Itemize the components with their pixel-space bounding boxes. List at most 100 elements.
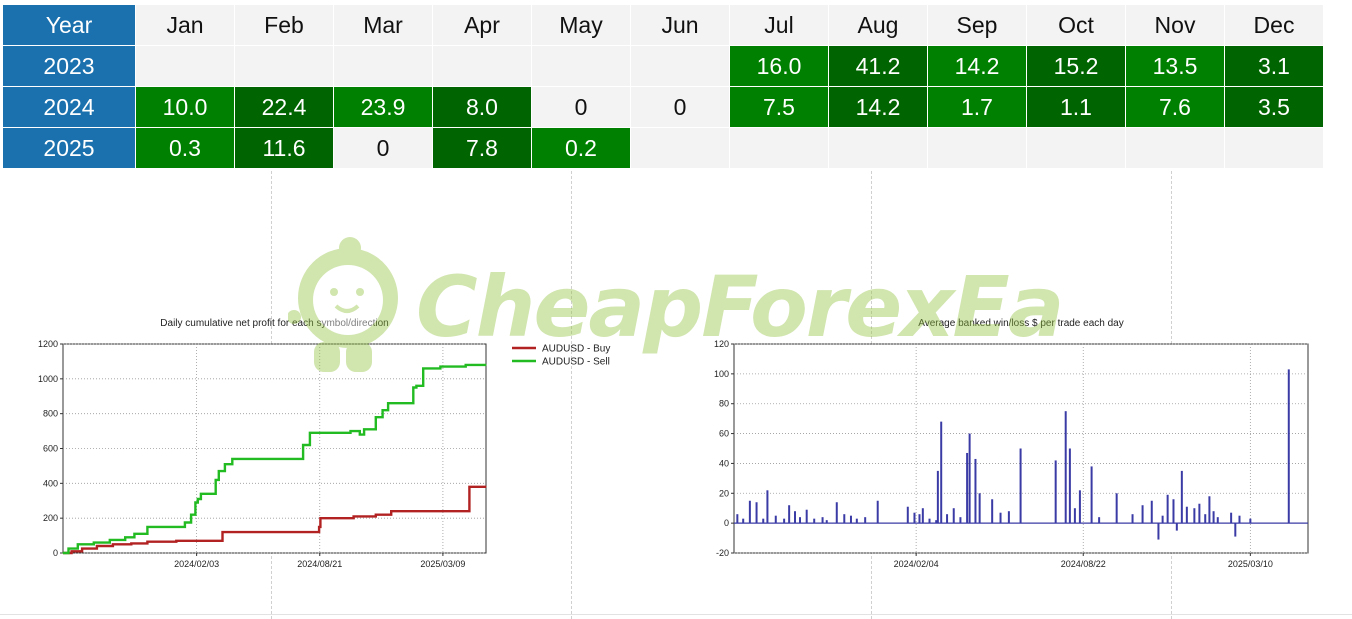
month-cell: 16.0 bbox=[729, 45, 829, 87]
series-point bbox=[318, 526, 320, 528]
month-cell: 7.5 bbox=[729, 86, 829, 128]
bar bbox=[974, 458, 977, 524]
month-cell: 0 bbox=[531, 86, 631, 128]
bar bbox=[799, 517, 802, 524]
series-point bbox=[221, 531, 224, 533]
series-point bbox=[184, 521, 186, 524]
month-cell-empty bbox=[630, 45, 730, 87]
bar bbox=[1064, 411, 1067, 524]
bar bbox=[1238, 515, 1241, 524]
series-point bbox=[415, 385, 418, 387]
series-point bbox=[375, 416, 377, 418]
series-point bbox=[218, 470, 220, 472]
bar bbox=[855, 518, 858, 524]
bar bbox=[813, 518, 816, 524]
chart-title: Average banked win/loss $ per trade each… bbox=[918, 318, 1124, 329]
bar bbox=[783, 518, 786, 524]
series-point bbox=[363, 428, 365, 430]
series-point bbox=[439, 366, 442, 368]
bar bbox=[1007, 511, 1010, 524]
year-header: Year bbox=[2, 4, 136, 46]
month-cell-empty bbox=[531, 45, 631, 87]
month-cell: 7.6 bbox=[1125, 86, 1225, 128]
bottom-rule bbox=[0, 614, 1352, 615]
bar bbox=[1249, 518, 1252, 524]
bar bbox=[936, 470, 939, 524]
month-header: Aug bbox=[828, 4, 928, 46]
month-header: Apr bbox=[432, 4, 532, 46]
month-header: Jun bbox=[630, 4, 730, 46]
y-tick-label: 1200 bbox=[38, 339, 58, 349]
bar bbox=[1216, 517, 1219, 524]
series-point bbox=[133, 533, 136, 535]
bar bbox=[736, 514, 739, 524]
series-point bbox=[215, 479, 217, 481]
month-cell: 0.2 bbox=[531, 127, 631, 169]
year-row: 2023 16.0 41.2 14.2 15.2 13.5 3.1 bbox=[2, 45, 1324, 87]
table-header-row: Year Jan Feb Mar Apr May Jun Jul Aug Sep Oct Nov Dec bbox=[2, 4, 1324, 46]
bar bbox=[1212, 511, 1215, 524]
series-point bbox=[309, 432, 311, 434]
bar bbox=[991, 499, 994, 524]
series-point bbox=[67, 548, 70, 550]
bar bbox=[928, 518, 931, 524]
legend-label: AUDUSD - Buy bbox=[542, 344, 610, 355]
series-point bbox=[178, 526, 180, 528]
series-point bbox=[224, 463, 226, 465]
series-point bbox=[349, 430, 352, 432]
bar bbox=[788, 505, 791, 524]
bar bbox=[1204, 514, 1207, 524]
bar bbox=[946, 514, 949, 524]
y-tick-label: 120 bbox=[714, 339, 729, 349]
bar bbox=[755, 502, 758, 524]
bar bbox=[968, 433, 971, 524]
series-point bbox=[221, 540, 223, 542]
series-point bbox=[485, 486, 487, 488]
bar bbox=[1287, 369, 1290, 524]
series-point bbox=[200, 493, 202, 495]
year-row: 2024 10.0 22.4 23.9 8.0 0 0 7.5 14.2 1.7 1.1 7.6 3.5 bbox=[2, 86, 1324, 128]
month-header: Feb bbox=[234, 4, 334, 46]
bar bbox=[742, 518, 745, 524]
series-point bbox=[146, 526, 148, 528]
month-cell: 3.5 bbox=[1224, 86, 1324, 128]
y-tick-label: 600 bbox=[43, 444, 58, 454]
y-tick-label: 100 bbox=[714, 369, 729, 379]
bar bbox=[1180, 470, 1183, 524]
bar bbox=[1175, 523, 1178, 531]
series-point bbox=[485, 364, 487, 366]
bar bbox=[940, 421, 943, 524]
year-row: 2025 0.3 11.6 0 7.8 0.2 bbox=[2, 127, 1324, 169]
bar bbox=[1172, 499, 1175, 524]
bar bbox=[1161, 515, 1164, 524]
bar bbox=[849, 515, 852, 524]
month-cell-empty bbox=[828, 127, 928, 169]
month-cell: 7.8 bbox=[432, 127, 532, 169]
series-point bbox=[124, 536, 126, 538]
series-point bbox=[381, 409, 384, 411]
month-cell: 14.2 bbox=[927, 45, 1027, 87]
month-cell-empty bbox=[432, 45, 532, 87]
series-point bbox=[77, 543, 79, 545]
chart-title: Daily cumulative net profit for each sym… bbox=[160, 318, 388, 329]
month-cell: 1.1 bbox=[1026, 86, 1126, 128]
bar bbox=[1166, 494, 1169, 524]
series-point bbox=[212, 493, 214, 495]
series-point bbox=[194, 501, 196, 504]
y-tick-label: 200 bbox=[43, 513, 58, 523]
series-point bbox=[337, 432, 339, 434]
series-point bbox=[387, 402, 389, 404]
series-point bbox=[93, 541, 95, 544]
bar bbox=[921, 508, 924, 524]
bar bbox=[762, 518, 765, 524]
month-cell-empty bbox=[1224, 127, 1324, 169]
series-point bbox=[412, 386, 414, 389]
y-tick-label: 0 bbox=[724, 518, 729, 528]
bar bbox=[821, 517, 824, 524]
month-cell: 13.5 bbox=[1125, 45, 1225, 87]
bar bbox=[1234, 523, 1237, 537]
year-label: 2023 bbox=[2, 45, 136, 87]
series-point bbox=[406, 402, 408, 404]
series-point bbox=[197, 498, 199, 500]
month-cell-empty bbox=[927, 127, 1027, 169]
